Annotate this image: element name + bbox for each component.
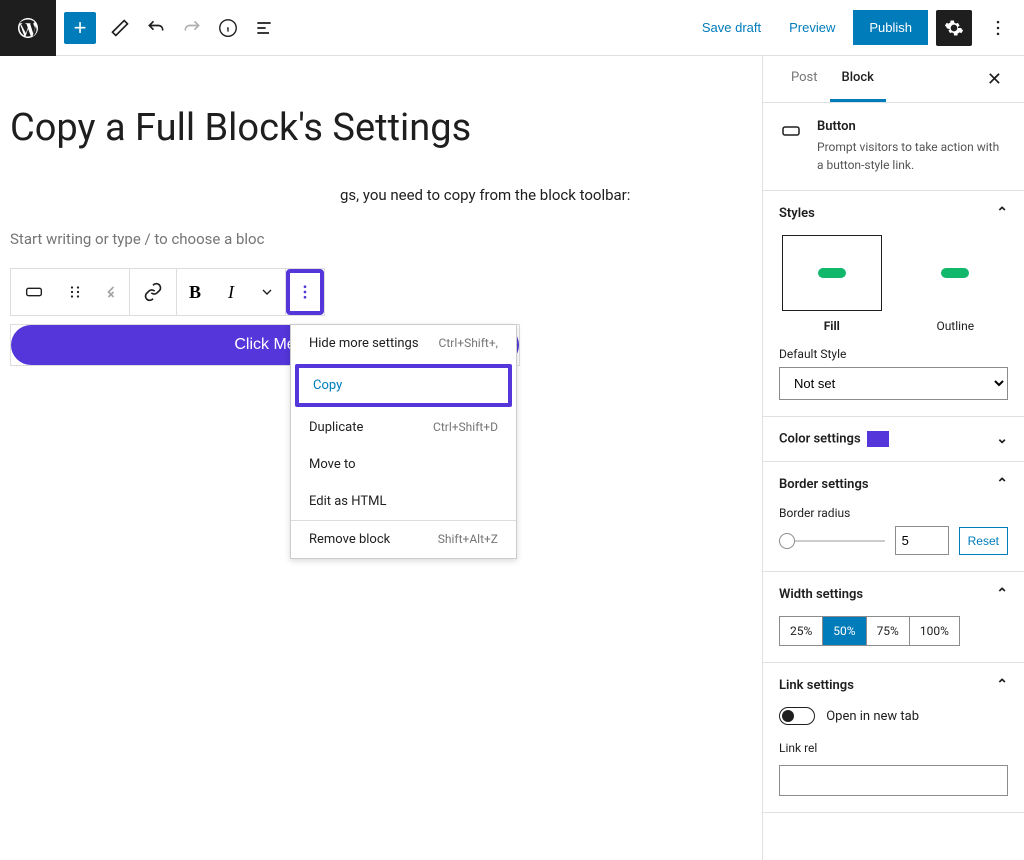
panel-color: Color settings ⌄ bbox=[763, 417, 1024, 462]
button-block-icon bbox=[779, 119, 803, 174]
top-bar: + Save draft Preview Publish bbox=[0, 0, 1024, 56]
preview-button[interactable]: Preview bbox=[779, 14, 845, 41]
link-rel-input[interactable] bbox=[779, 765, 1008, 796]
sidebar-tabs: Post Block ✕ bbox=[763, 56, 1024, 103]
new-tab-label: Open in new tab bbox=[826, 709, 919, 724]
panel-styles-header[interactable]: Styles⌃ bbox=[763, 191, 1024, 235]
outline-icon[interactable] bbox=[246, 10, 282, 46]
link-rel-label: Link rel bbox=[779, 741, 1008, 755]
default-style-label: Default Style bbox=[779, 347, 1008, 361]
settings-gear-icon[interactable] bbox=[936, 10, 972, 46]
undo-icon[interactable] bbox=[138, 10, 174, 46]
reset-button[interactable]: Reset bbox=[959, 527, 1008, 555]
add-block-button[interactable]: + bbox=[64, 12, 96, 44]
border-radius-slider[interactable] bbox=[779, 531, 885, 551]
menu-copy[interactable]: Copy bbox=[295, 364, 512, 407]
tab-block[interactable]: Block bbox=[830, 56, 886, 102]
block-placeholder[interactable]: Start writing or type / to choose a bloc bbox=[10, 230, 762, 248]
panel-link-header[interactable]: Link settings⌃ bbox=[763, 663, 1024, 707]
panel-width: Width settings⌃ 25% 50% 75% 100% bbox=[763, 572, 1024, 663]
paragraph-text: gs, you need to copy from the block tool… bbox=[340, 186, 762, 204]
move-arrows-icon[interactable] bbox=[93, 269, 129, 315]
style-fill[interactable]: Fill bbox=[782, 235, 882, 333]
block-toolbar: B I bbox=[10, 268, 325, 316]
border-radius-label: Border radius bbox=[779, 506, 1008, 520]
bold-button[interactable]: B bbox=[177, 269, 213, 315]
new-tab-toggle[interactable] bbox=[779, 707, 815, 725]
menu-hide-settings[interactable]: Hide more settingsCtrl+Shift+, bbox=[291, 325, 516, 362]
width-50[interactable]: 50% bbox=[823, 617, 866, 645]
panel-styles: Styles⌃ Fill Outline Default Style Not s… bbox=[763, 191, 1024, 417]
menu-duplicate[interactable]: DuplicateCtrl+Shift+D bbox=[291, 409, 516, 446]
menu-edit-html[interactable]: Edit as HTML bbox=[291, 483, 516, 520]
tab-post[interactable]: Post bbox=[779, 56, 830, 102]
panel-border-header[interactable]: Border settings⌃ bbox=[763, 462, 1024, 506]
link-icon[interactable] bbox=[130, 269, 176, 315]
close-sidebar-icon[interactable]: ✕ bbox=[981, 63, 1008, 96]
width-100[interactable]: 100% bbox=[910, 617, 959, 645]
block-info-title: Button bbox=[817, 119, 1008, 134]
panel-border: Border settings⌃ Border radius Reset bbox=[763, 462, 1024, 572]
style-outline[interactable]: Outline bbox=[905, 235, 1005, 333]
more-menu-icon[interactable] bbox=[980, 10, 1016, 46]
block-more-icon[interactable] bbox=[290, 273, 320, 311]
border-radius-input[interactable] bbox=[895, 526, 949, 555]
block-info-desc: Prompt visitors to take action with a bu… bbox=[817, 138, 1008, 174]
width-75[interactable]: 75% bbox=[867, 617, 910, 645]
default-style-select[interactable]: Not set bbox=[779, 367, 1008, 400]
format-dropdown-icon[interactable] bbox=[249, 269, 285, 315]
width-25[interactable]: 25% bbox=[780, 617, 823, 645]
post-title[interactable]: Copy a Full Block's Settings bbox=[10, 106, 762, 150]
block-type-icon[interactable] bbox=[11, 269, 57, 315]
publish-button[interactable]: Publish bbox=[853, 10, 928, 45]
color-swatch bbox=[867, 431, 889, 447]
block-info: Button Prompt visitors to take action wi… bbox=[763, 103, 1024, 191]
edit-icon[interactable] bbox=[102, 10, 138, 46]
save-draft-button[interactable]: Save draft bbox=[692, 14, 771, 41]
settings-sidebar: Post Block ✕ Button Prompt visitors to t… bbox=[762, 56, 1024, 860]
editor-canvas[interactable]: Copy a Full Block's Settings gs, you nee… bbox=[0, 56, 762, 860]
block-options-dropdown: Hide more settingsCtrl+Shift+, Copy Dupl… bbox=[290, 324, 517, 559]
info-icon[interactable] bbox=[210, 10, 246, 46]
panel-color-header[interactable]: Color settings ⌄ bbox=[763, 417, 1024, 461]
menu-move-to[interactable]: Move to bbox=[291, 446, 516, 483]
panel-width-header[interactable]: Width settings⌃ bbox=[763, 572, 1024, 616]
drag-handle-icon[interactable] bbox=[57, 269, 93, 315]
panel-link: Link settings⌃ Open in new tab Link rel bbox=[763, 663, 1024, 813]
wp-logo[interactable] bbox=[0, 0, 56, 56]
italic-button[interactable]: I bbox=[213, 269, 249, 315]
menu-remove-block[interactable]: Remove blockShift+Alt+Z bbox=[291, 521, 516, 558]
redo-icon[interactable] bbox=[174, 10, 210, 46]
